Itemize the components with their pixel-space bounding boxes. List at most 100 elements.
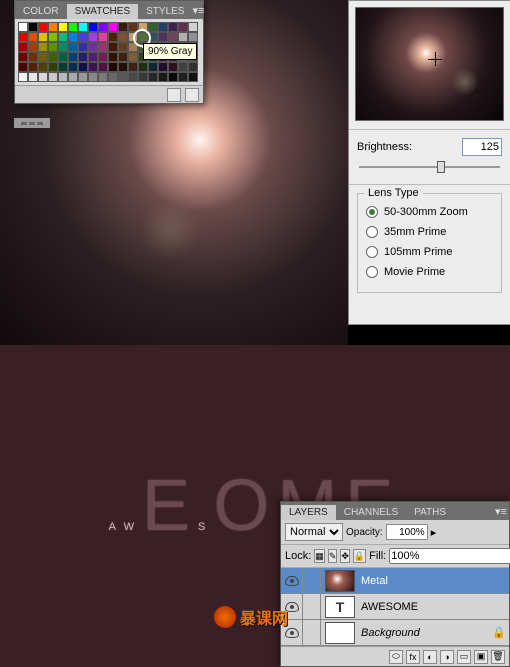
layer-row[interactable]: T AWESOME	[281, 594, 509, 620]
swatch[interactable]	[58, 42, 68, 52]
swatch[interactable]	[48, 32, 58, 42]
adjustment-layer-icon[interactable]: ◑	[440, 650, 454, 664]
swatch[interactable]	[98, 72, 108, 82]
swatch[interactable]	[138, 72, 148, 82]
delete-layer-icon[interactable]: 🗑	[491, 650, 505, 664]
swatch[interactable]	[58, 62, 68, 72]
swatch[interactable]	[38, 22, 48, 32]
lock-pixels-icon[interactable]: ✎	[328, 549, 338, 563]
swatch[interactable]	[68, 52, 78, 62]
swatch[interactable]	[158, 62, 168, 72]
swatch[interactable]	[78, 52, 88, 62]
swatch[interactable]	[188, 32, 198, 42]
layer-name[interactable]: Background	[359, 627, 489, 639]
radio-50-300mm[interactable]: 50-300mm Zoom	[364, 202, 495, 222]
layer-name[interactable]: AWESOME	[359, 601, 489, 613]
swatch[interactable]	[168, 62, 178, 72]
blend-mode-select[interactable]: Normal	[285, 523, 343, 541]
swatch[interactable]	[28, 32, 38, 42]
layer-row[interactable]: Background🔒	[281, 620, 509, 646]
swatch[interactable]	[88, 62, 98, 72]
swatch[interactable]	[38, 52, 48, 62]
swatch[interactable]	[88, 42, 98, 52]
swatch[interactable]	[38, 72, 48, 82]
swatch[interactable]	[108, 72, 118, 82]
panel-collapse-handle[interactable]	[14, 118, 50, 128]
swatch[interactable]	[48, 22, 58, 32]
visibility-toggle[interactable]	[281, 568, 303, 594]
layer-thumbnail[interactable]: T	[325, 596, 355, 618]
swatch[interactable]	[158, 72, 168, 82]
swatch[interactable]	[58, 22, 68, 32]
link-layers-icon[interactable]: ⬭	[389, 650, 403, 664]
swatch[interactable]	[18, 22, 28, 32]
tab-layers[interactable]: LAYERS	[281, 505, 336, 520]
swatch[interactable]	[18, 32, 28, 42]
swatch[interactable]	[78, 32, 88, 42]
swatch[interactable]	[38, 32, 48, 42]
swatch[interactable]	[138, 62, 148, 72]
opacity-input[interactable]	[386, 524, 428, 540]
brightness-slider[interactable]	[359, 160, 500, 176]
layer-thumbnail[interactable]	[325, 622, 355, 644]
swatch[interactable]	[148, 72, 158, 82]
swatch[interactable]	[18, 42, 28, 52]
swatch[interactable]	[118, 62, 128, 72]
tab-styles[interactable]: STYLES	[138, 4, 192, 19]
swatch[interactable]	[98, 32, 108, 42]
swatch[interactable]	[28, 42, 38, 52]
swatch[interactable]	[78, 72, 88, 82]
swatch[interactable]	[88, 52, 98, 62]
swatch[interactable]	[68, 72, 78, 82]
swatch[interactable]	[118, 42, 128, 52]
flare-center-crosshair[interactable]	[428, 52, 442, 66]
swatch[interactable]	[48, 62, 58, 72]
new-swatch-icon[interactable]	[167, 88, 181, 102]
swatch[interactable]	[28, 72, 38, 82]
tab-channels[interactable]: CHANNELS	[336, 505, 406, 520]
swatch[interactable]	[68, 42, 78, 52]
swatch[interactable]	[58, 72, 68, 82]
tab-paths[interactable]: PATHS	[406, 505, 454, 520]
swatch[interactable]	[68, 22, 78, 32]
swatch[interactable]	[118, 52, 128, 62]
brightness-input[interactable]	[462, 138, 502, 156]
panel-menu-icon[interactable]: ▾≡	[192, 1, 204, 19]
swatch[interactable]	[178, 62, 188, 72]
swatch[interactable]	[68, 32, 78, 42]
radio-movie[interactable]: Movie Prime	[364, 262, 495, 282]
swatch[interactable]	[48, 42, 58, 52]
swatch[interactable]	[98, 42, 108, 52]
swatch[interactable]	[98, 62, 108, 72]
swatch[interactable]	[38, 62, 48, 72]
lock-transparent-icon[interactable]: ▦	[314, 549, 325, 563]
group-icon[interactable]: ▭	[457, 650, 471, 664]
swatch[interactable]	[78, 62, 88, 72]
opacity-arrow-icon[interactable]: ▸	[431, 526, 437, 539]
swatch[interactable]	[28, 52, 38, 62]
swatch[interactable]	[68, 62, 78, 72]
swatch[interactable]	[118, 32, 128, 42]
layer-row[interactable]: Metal	[281, 568, 509, 594]
layer-style-icon[interactable]: fx	[406, 650, 420, 664]
radio-105mm[interactable]: 105mm Prime	[364, 242, 495, 262]
swatch[interactable]	[58, 32, 68, 42]
swatch[interactable]	[88, 32, 98, 42]
swatch[interactable]	[18, 52, 28, 62]
swatch[interactable]	[98, 22, 108, 32]
swatch[interactable]	[178, 22, 188, 32]
layer-mask-icon[interactable]: ◐	[423, 650, 437, 664]
slider-thumb[interactable]	[437, 161, 445, 173]
swatch[interactable]	[18, 62, 28, 72]
swatch[interactable]	[128, 72, 138, 82]
lock-all-icon[interactable]: 🔒	[353, 549, 366, 563]
lens-preview[interactable]	[355, 7, 504, 121]
swatch[interactable]	[188, 22, 198, 32]
swatch[interactable]	[58, 52, 68, 62]
swatch[interactable]	[128, 62, 138, 72]
layer-name[interactable]: Metal	[359, 575, 489, 587]
swatch[interactable]	[158, 22, 168, 32]
swatch[interactable]	[188, 62, 198, 72]
swatch[interactable]	[168, 22, 178, 32]
swatch[interactable]	[78, 42, 88, 52]
